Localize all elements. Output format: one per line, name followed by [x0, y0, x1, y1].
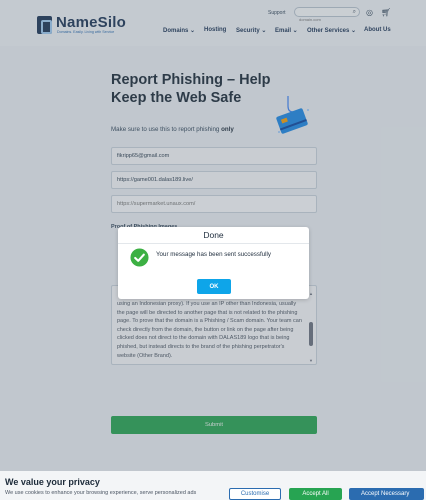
success-dialog: Done Your message has been sent successf…: [118, 227, 309, 299]
cookie-text: We use cookies to enhance your browsing …: [5, 490, 197, 496]
ok-button[interactable]: OK: [197, 279, 231, 294]
dialog-title: Done: [203, 230, 224, 240]
dialog-message: Your message has been sent successfully: [156, 251, 271, 258]
success-check-icon: [130, 248, 149, 267]
cookie-title: We value your privacy: [5, 477, 100, 487]
customise-button[interactable]: Customise: [229, 488, 281, 500]
accept-all-button[interactable]: Accept All: [289, 488, 342, 500]
accept-necessary-button[interactable]: Accept Necessary: [349, 488, 424, 500]
dialog-divider: [118, 243, 309, 244]
cookie-banner: We value your privacy We use cookies to …: [0, 471, 426, 500]
